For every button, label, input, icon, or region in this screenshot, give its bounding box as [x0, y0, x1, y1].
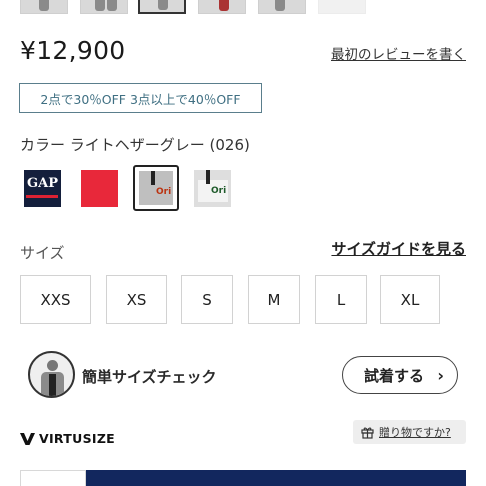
color-label: カラー ライトヘザーグレー (026)	[20, 136, 250, 154]
promo-badge: 2点で30％OFF 3点以上で40％OFF	[19, 83, 262, 113]
size-option-l[interactable]: L	[315, 275, 367, 324]
size-option-xl[interactable]: XL	[380, 275, 440, 324]
drawstring	[151, 171, 155, 185]
color-swatch-light-heather-grey: Ori	[139, 171, 173, 205]
image-thumbnail-strip	[20, 0, 380, 14]
size-option-xs[interactable]: XS	[106, 275, 167, 324]
size-check-avatar	[28, 351, 75, 398]
thumbnail-3[interactable]	[138, 0, 186, 14]
gift-option[interactable]: 贈り物ですか?	[353, 420, 466, 444]
avatar-head	[47, 360, 58, 371]
swatch-stripe	[26, 195, 58, 198]
gap-logo: GAP	[27, 176, 58, 191]
swatch-print-text: Ori	[156, 187, 172, 197]
thumbnail-6[interactable]	[318, 0, 366, 14]
color-swatch-light-grey[interactable]: Ori	[194, 170, 231, 207]
thumbnail-4[interactable]	[198, 0, 246, 14]
avatar-inner-shirt	[49, 374, 56, 396]
thumbnail-1[interactable]	[20, 0, 68, 14]
gift-label: 贈り物ですか?	[379, 426, 451, 439]
write-first-review-link[interactable]: 最初のレビューを書く	[331, 43, 466, 63]
virtusize-logo-text: VIRTUSIZE	[39, 431, 116, 446]
virtusize-v-icon	[20, 432, 35, 445]
color-swatch-red[interactable]	[81, 170, 118, 207]
size-label: サイズ	[20, 244, 65, 262]
gift-icon	[361, 427, 374, 439]
add-to-bag-button[interactable]	[86, 470, 466, 486]
size-option-m[interactable]: M	[248, 275, 300, 324]
size-option-xxs[interactable]: XXS	[20, 275, 91, 324]
color-swatch-navy[interactable]: GAP	[24, 170, 61, 207]
virtusize-logo: VIRTUSIZE	[20, 431, 115, 446]
color-swatch-selected-frame[interactable]: Ori	[133, 165, 179, 211]
size-guide-link[interactable]: サイズガイドを見る	[331, 238, 466, 259]
try-on-button[interactable]: 試着する ›	[342, 356, 458, 394]
try-on-label: 試着する	[364, 366, 425, 385]
chevron-right-icon: ›	[437, 366, 444, 385]
drawstring	[206, 170, 210, 184]
size-option-s[interactable]: S	[181, 275, 233, 324]
quantity-selector[interactable]	[20, 470, 86, 486]
price: ¥12,900	[20, 36, 126, 65]
thumbnail-5[interactable]	[258, 0, 306, 14]
thumbnail-2[interactable]	[80, 0, 128, 14]
swatch-print-text: Ori	[211, 186, 227, 196]
easy-size-check-label: 簡単サイズチェック	[82, 368, 217, 386]
